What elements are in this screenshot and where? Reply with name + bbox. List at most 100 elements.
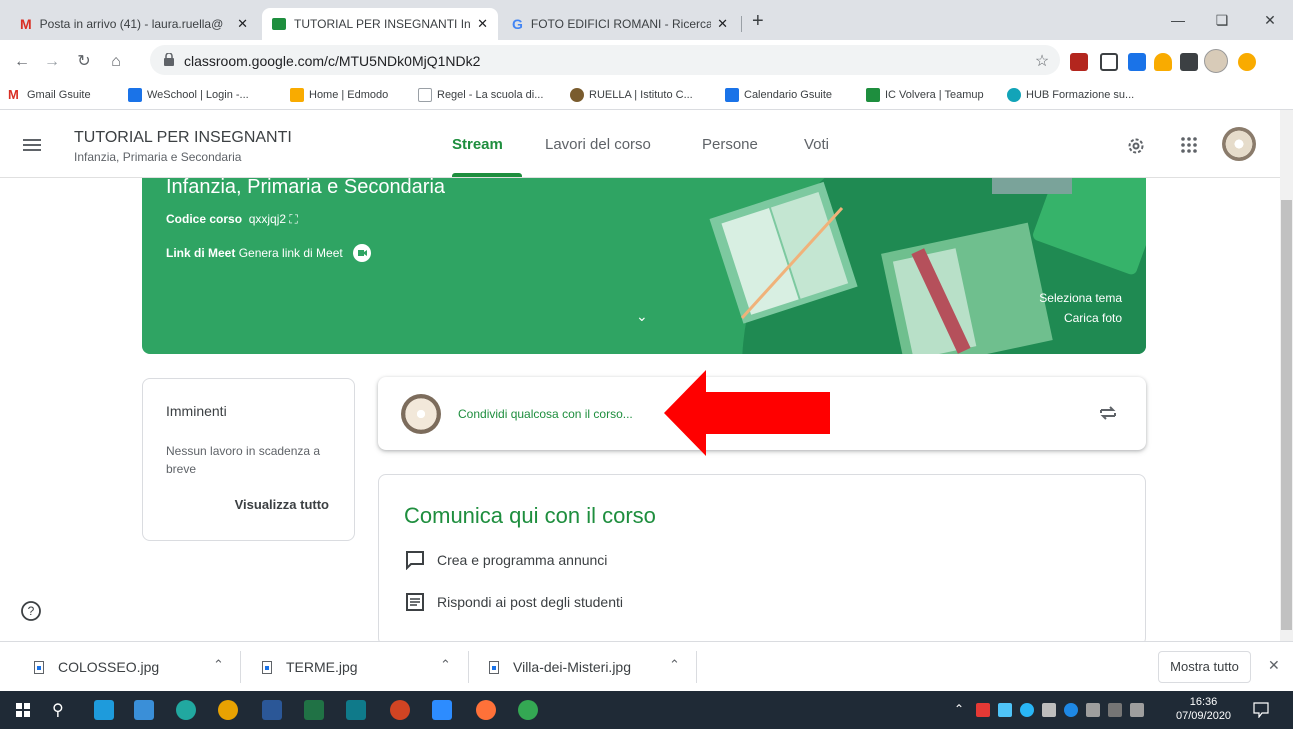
bluetooth-icon[interactable] <box>1064 703 1078 717</box>
download-separator <box>468 651 469 683</box>
chrome-icon[interactable] <box>218 700 238 720</box>
tab-persone[interactable]: Persone <box>702 136 758 153</box>
download-separator <box>240 651 241 683</box>
close-downloads-icon[interactable]: ✕ <box>1268 657 1280 674</box>
bookmark-label: Gmail Gsuite <box>27 89 91 101</box>
account-avatar[interactable] <box>1222 127 1256 161</box>
scrollbar-thumb[interactable] <box>1281 200 1292 630</box>
bookmark-hub[interactable]: HUB Formazione su... <box>1007 88 1134 102</box>
download-item[interactable]: COLOSSEO.jpg <box>34 659 159 675</box>
download-item[interactable]: Villa-dei-Misteri.jpg <box>489 659 631 675</box>
bookmark-label: Home | Edmodo <box>309 89 389 101</box>
bookmark-regel[interactable]: Regel - La scuola di... <box>418 88 543 102</box>
address-bar[interactable]: classroom.google.com/c/MTU5NDk0MjQ1NDk2 <box>150 45 1060 75</box>
back-icon[interactable]: ← <box>10 50 34 74</box>
close-tab-icon[interactable]: ✕ <box>237 16 248 32</box>
view-all-link[interactable]: Visualizza tutto <box>235 497 329 512</box>
bookmark-calendario[interactable]: Calendario Gsuite <box>725 88 832 102</box>
tab-lavori-del-corso[interactable]: Lavori del corso <box>545 136 651 153</box>
close-tab-icon[interactable]: ✕ <box>477 16 488 32</box>
meet-link-label: Link di Meet <box>166 246 236 260</box>
tab-voti[interactable]: Voti <box>804 136 829 153</box>
tray-app-icon[interactable] <box>976 703 990 717</box>
url-text: classroom.google.com/c/MTU5NDk0MjQ1NDk2 <box>184 53 481 69</box>
network-icon[interactable] <box>1086 703 1100 717</box>
clock-time: 16:36 <box>1189 696 1218 708</box>
puzzle-extension-icon[interactable] <box>1180 53 1198 71</box>
chevron-up-icon[interactable]: ⌃ <box>213 657 224 673</box>
share-prompt[interactable]: Condividi qualcosa con il corso... <box>458 407 633 421</box>
select-theme-link[interactable]: Seleziona tema <box>1039 288 1122 308</box>
maximize-icon[interactable]: ❏ <box>1210 8 1234 32</box>
grid-extension-icon[interactable] <box>1100 53 1118 71</box>
tray-app-icon[interactable] <box>1020 703 1034 717</box>
close-tab-icon[interactable]: ✕ <box>717 16 728 32</box>
new-tab-button[interactable]: + <box>752 10 764 33</box>
tab-gmail[interactable]: M Posta in arrivo (41) - laura.ruella@ ✕ <box>10 8 258 40</box>
search-icon[interactable]: ⚲ <box>52 700 64 720</box>
whatsapp-icon[interactable] <box>518 700 538 720</box>
download-item[interactable]: TERME.jpg <box>262 659 358 675</box>
tab-stream[interactable]: Stream <box>452 136 503 153</box>
gmail-icon: M <box>20 16 32 32</box>
bookmark-label: Calendario Gsuite <box>744 89 833 101</box>
fullscreen-icon[interactable]: ⛶ <box>289 212 297 226</box>
profile-avatar[interactable] <box>1204 49 1228 73</box>
meet-icon[interactable] <box>352 244 371 262</box>
tray-app-icon[interactable] <box>998 703 1012 717</box>
home-icon[interactable]: ⌂ <box>104 50 128 74</box>
notifications-icon[interactable] <box>1253 702 1269 718</box>
bookmark-star-icon[interactable]: ☆ <box>1030 50 1054 74</box>
repost-icon[interactable] <box>1098 403 1118 423</box>
excel-icon[interactable] <box>304 700 324 720</box>
course-title[interactable]: TUTORIAL PER INSEGNANTI <box>74 129 292 147</box>
tray-expand-icon[interactable]: ⌃ <box>954 702 964 716</box>
people-app-icon[interactable] <box>94 700 114 720</box>
menu-icon[interactable] <box>23 139 41 151</box>
upload-photo-link[interactable]: Carica foto <box>1039 308 1122 328</box>
generate-meet-link[interactable]: Genera link di Meet <box>239 246 343 260</box>
firefox-icon[interactable] <box>476 700 496 720</box>
edge-icon[interactable] <box>176 700 196 720</box>
bookmark-label: Regel - La scuola di... <box>437 89 544 101</box>
create-announcements-item[interactable]: Crea e programma annunci <box>405 550 607 570</box>
windows-start-icon[interactable] <box>16 703 30 717</box>
chevron-down-icon[interactable]: ⌄ <box>636 308 648 325</box>
chevron-up-icon[interactable]: ⌃ <box>440 657 451 673</box>
bookmark-weschool[interactable]: WeSchool | Login -... <box>128 88 249 102</box>
reply-posts-item[interactable]: Rispondi ai post degli studenti <box>405 592 623 612</box>
tab-classroom[interactable]: TUTORIAL PER INSEGNANTI Infar ✕ <box>262 8 498 40</box>
help-icon[interactable]: ? <box>20 600 42 622</box>
calendar-icon <box>725 88 739 102</box>
zoom-icon[interactable] <box>432 700 452 720</box>
update-alert-icon[interactable] <box>1238 53 1256 71</box>
display-icon[interactable] <box>1108 703 1122 717</box>
acrobat-extension-icon[interactable] <box>1070 53 1088 71</box>
forward-icon[interactable]: → <box>40 50 64 74</box>
close-window-icon[interactable]: ✕ <box>1258 8 1282 32</box>
course-subtitle: Infanzia, Primaria e Secondaria <box>74 150 242 164</box>
settings-gear-icon[interactable] <box>1126 136 1146 156</box>
volume-icon[interactable] <box>1130 703 1144 717</box>
publisher-icon[interactable] <box>346 700 366 720</box>
course-code-value[interactable]: qxxjqj2 <box>249 212 286 226</box>
resize-extension-icon[interactable] <box>1128 53 1146 71</box>
chevron-up-icon[interactable]: ⌃ <box>669 657 680 673</box>
tab-google-search[interactable]: G FOTO EDIFICI ROMANI - Ricerca ✕ <box>502 8 738 40</box>
system-clock[interactable]: 16:36 07/09/2020 <box>1176 695 1231 723</box>
powerpoint-icon[interactable] <box>390 700 410 720</box>
bookmark-gmail[interactable]: M Gmail Gsuite <box>8 88 91 102</box>
thumbs-up-extension-icon[interactable] <box>1154 53 1172 71</box>
bookmark-ruella[interactable]: RUELLA | Istituto C... <box>570 88 693 102</box>
control-panel-icon[interactable] <box>134 700 154 720</box>
show-all-downloads-button[interactable]: Mostra tutto <box>1158 651 1251 683</box>
minimize-icon[interactable]: — <box>1166 8 1190 32</box>
word-icon[interactable] <box>262 700 282 720</box>
upcoming-card: Imminenti Nessun lavoro in scadenza a br… <box>142 378 355 541</box>
banner-links: Seleziona tema Carica foto <box>1039 288 1122 328</box>
bookmark-edmodo[interactable]: Home | Edmodo <box>290 88 388 102</box>
bookmark-teamup[interactable]: IC Volvera | Teamup <box>866 88 984 102</box>
apps-grid-icon[interactable] <box>1181 137 1197 153</box>
tray-app-icon[interactable] <box>1042 703 1056 717</box>
reload-icon[interactable]: ↻ <box>72 50 96 74</box>
